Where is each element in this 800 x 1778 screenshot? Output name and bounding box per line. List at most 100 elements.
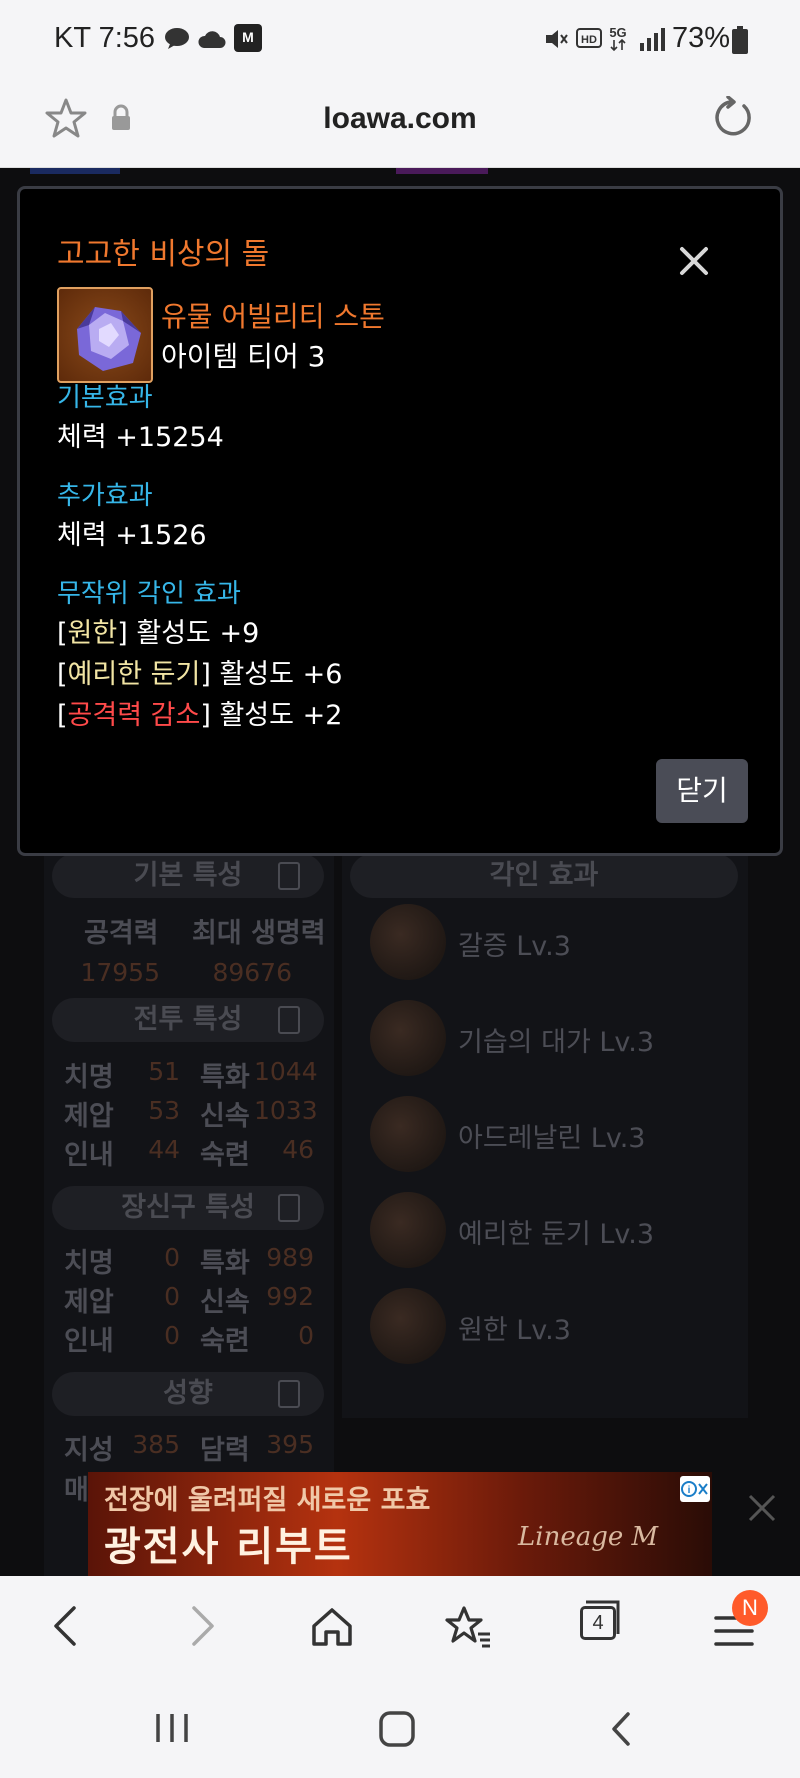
ad-title: 광전사 리부트 (104, 1524, 353, 1570)
home-icon[interactable] (310, 1606, 354, 1648)
extra-effect-heading: 추가효과 (57, 481, 153, 511)
hp-value: 89676 (212, 958, 292, 987)
pill-label: 기본 특성 (133, 860, 243, 891)
engraving-row: 갈증 Lv.3 (370, 904, 730, 984)
document-icon (278, 1194, 300, 1222)
svg-text:M: M (242, 29, 254, 45)
ad-banner[interactable]: 전장에 울려퍼질 새로운 포효 광전사 리부트 Lineage M (88, 1472, 712, 1576)
ad-brand: Lineage M (518, 1522, 659, 1552)
carrier-time: KT 7:56 (54, 22, 156, 54)
engraving-row: 기습의 대가 Lv.3 (370, 1000, 730, 1080)
close-button[interactable]: 닫기 (656, 759, 748, 823)
pill-label: 전투 특성 (133, 1004, 243, 1035)
partial-element (396, 168, 488, 174)
random-engraving-heading: 무작위 각인 효과 (57, 579, 241, 609)
talk-icon (165, 28, 189, 49)
attack-value: 17955 (80, 958, 160, 987)
accessory-stat-label: 신속 (200, 1287, 250, 1318)
hd-icon: HD (576, 28, 602, 48)
extra-effect-value: 체력 +1526 (57, 520, 207, 551)
combat-stat-value: 1033 (254, 1096, 318, 1125)
ad-close-icon[interactable] (742, 1488, 782, 1528)
engraving-value: 활성도 +2 (219, 700, 343, 731)
accessory-stat-value: 0 (164, 1321, 180, 1350)
engraving-label: 아드레날린 Lv.3 (458, 1123, 646, 1154)
engraving-icon (370, 1192, 446, 1268)
item-tier: 아이템 티어 3 (161, 340, 326, 373)
battery-percent: 73% (672, 22, 731, 54)
document-icon (278, 1380, 300, 1408)
attack-label: 공격력 (84, 918, 159, 949)
svg-text:i: i (688, 1485, 691, 1496)
base-effect-heading: 기본효과 (57, 383, 153, 413)
home-icon[interactable] (378, 1710, 416, 1748)
engraving-line: [공격력 감소] 활성도 +2 (57, 700, 343, 731)
hp-label: 최대 생명력 (192, 918, 326, 949)
engraving-icon (370, 1096, 446, 1172)
back-icon[interactable] (608, 1710, 634, 1748)
pill-label: 성향 (163, 1378, 213, 1409)
accessory-stat-label: 인내 (64, 1326, 114, 1357)
close-icon[interactable] (674, 241, 714, 281)
engraving-row: 아드레날린 Lv.3 (370, 1096, 730, 1176)
cloud-icon (198, 31, 226, 48)
document-icon (278, 1006, 300, 1034)
bookmarks-icon[interactable] (444, 1604, 492, 1648)
tendency-label-3: 매 (64, 1475, 89, 1506)
url-bar: loawa.com (0, 80, 800, 168)
accessory-stat-label: 치명 (64, 1248, 114, 1279)
engraving-label: 원한 Lv.3 (458, 1315, 571, 1346)
mstock-icon: M (234, 24, 262, 52)
tendency-value-2: 395 (266, 1430, 314, 1459)
engraving-icon (370, 1000, 446, 1076)
ad-info-icon[interactable]: i (680, 1476, 710, 1502)
svg-text:5G: 5G (609, 25, 626, 40)
engraving-row: 예리한 둔기 Lv.3 (370, 1192, 730, 1272)
accessory-stat-value: 0 (164, 1243, 180, 1272)
engraving-icon (370, 904, 446, 980)
combat-stat-value: 53 (148, 1096, 180, 1125)
tabs-count[interactable]: 4 (580, 1606, 616, 1640)
signal-icon (640, 28, 665, 51)
engraving-name: 예리한 둔기 (67, 659, 201, 690)
combat-stat-value: 44 (148, 1135, 180, 1164)
forward-icon[interactable] (188, 1604, 218, 1648)
engraving-icon (370, 1288, 446, 1364)
engraving-value: 활성도 +6 (219, 659, 343, 690)
combat-stat-label: 숙련 (200, 1140, 250, 1171)
engraving-row: 원한 Lv.3 (370, 1288, 730, 1368)
combat-stat-value: 46 (282, 1135, 314, 1164)
tendency-value-1: 385 (132, 1430, 180, 1459)
tendency-label-2: 담력 (200, 1435, 250, 1466)
combat-stat-label: 신속 (200, 1101, 250, 1132)
accessory-stat-label: 제압 (64, 1287, 114, 1318)
back-icon[interactable] (50, 1604, 80, 1648)
ad-headline: 전장에 울려퍼질 새로운 포효 (104, 1485, 431, 1516)
pill-label: 장신구 특성 (121, 1192, 255, 1223)
battery-icon (732, 26, 748, 54)
combat-stat-value: 51 (148, 1057, 180, 1086)
engraving-name: 원한 (67, 618, 118, 649)
engraving-label: 갈증 Lv.3 (458, 931, 571, 962)
accessory-stat-value: 989 (266, 1243, 314, 1272)
url-text[interactable]: loawa.com (0, 102, 800, 136)
pill-label: 각인 효과 (489, 860, 599, 891)
combat-stat-label: 인내 (64, 1140, 114, 1171)
item-title: 고고한 비상의 돌 (57, 237, 270, 272)
pill-accessory-traits: 장신구 특성 (52, 1186, 324, 1230)
accessory-stat-label: 특화 (200, 1248, 250, 1279)
engraving-value: 활성도 +9 (136, 618, 260, 649)
5g-icon: 5G (609, 25, 627, 52)
engraving-line: [예리한 둔기] 활성도 +6 (57, 659, 343, 690)
ability-stone-icon (57, 287, 153, 383)
svg-text:HD: HD (581, 34, 597, 46)
base-effect-value: 체력 +15254 (57, 422, 224, 453)
recents-icon[interactable] (152, 1712, 192, 1744)
engraving-line: [원한] 활성도 +9 (57, 618, 260, 649)
notification-badge: N (732, 1590, 768, 1626)
engraving-name: 공격력 감소 (67, 700, 201, 731)
reload-icon[interactable] (710, 96, 754, 140)
accessory-stat-label: 숙련 (200, 1326, 250, 1357)
document-icon (278, 862, 300, 890)
pill-tendency: 성향 (52, 1372, 324, 1416)
